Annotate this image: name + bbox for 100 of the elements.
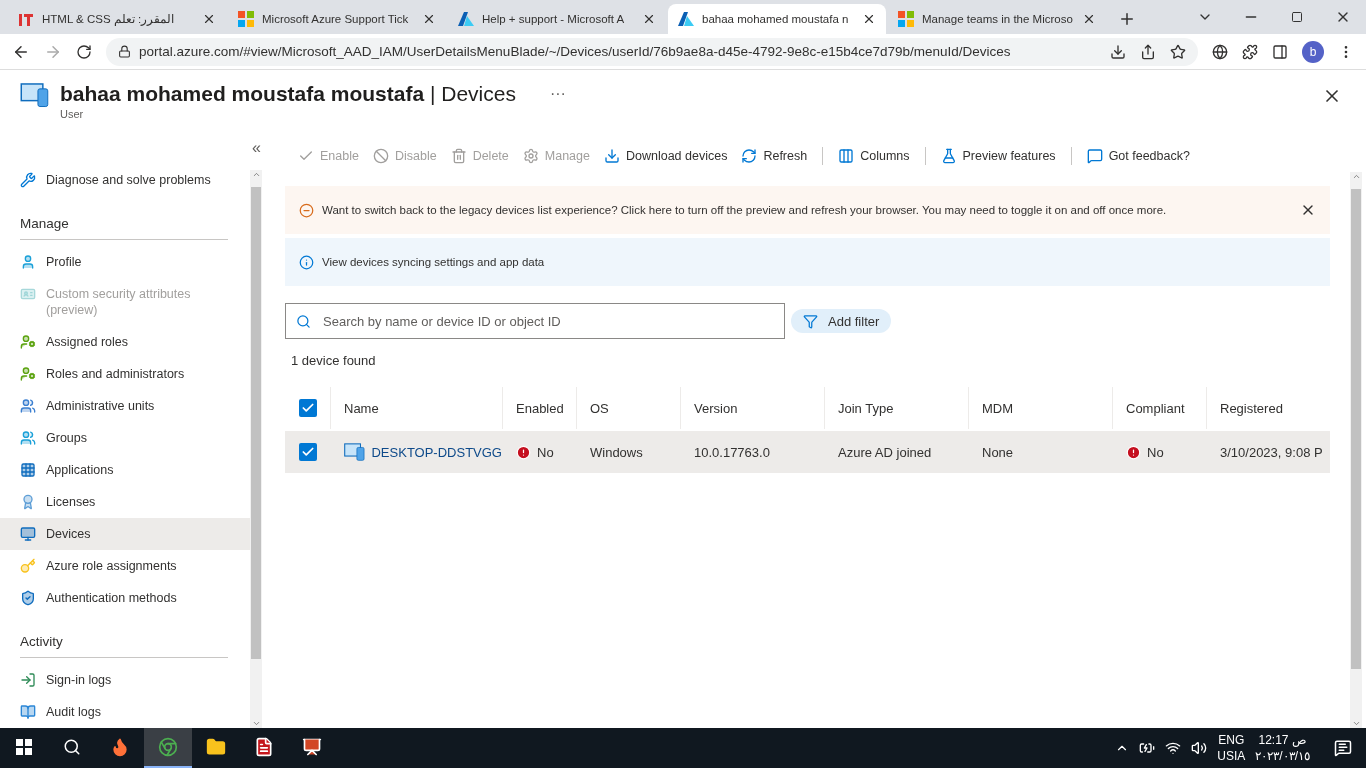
browser-tab[interactable]: Help + support - Microsoft A [448,4,666,34]
reload-icon[interactable] [76,43,92,60]
scrollbar-thumb[interactable] [1351,189,1361,669]
sidebar-item[interactable]: Profile [0,246,250,278]
section-heading: Manage [20,216,228,240]
windows-grid-icon [238,11,254,27]
wifi-icon[interactable] [1165,740,1182,756]
sidebar-item[interactable]: Audit logs [0,696,250,728]
search-field[interactable]: Search by name or device ID or object ID [285,303,785,339]
column-header[interactable]: Version [694,400,738,416]
column-header[interactable]: Registered [1220,400,1283,416]
sidebar-item[interactable]: Azure role assignments [0,550,250,582]
close-icon[interactable] [862,12,876,26]
column-header[interactable]: Compliant [1126,400,1185,416]
notifications-icon[interactable] [1334,739,1352,757]
error-icon [516,444,531,460]
document-icon[interactable] [254,737,274,757]
section-heading: Activity [20,634,228,658]
profile-avatar[interactable]: b [1302,40,1324,63]
scroll-down-icon[interactable] [251,719,261,728]
sidebar-item[interactable]: Groups [0,422,250,454]
users-icon [20,430,36,446]
region-indicator[interactable]: USIA [1217,748,1246,764]
select-all-checkbox[interactable] [299,399,317,417]
toolbar-button[interactable]: Columns [831,148,917,164]
folder-icon[interactable] [206,737,226,757]
columns-icon [838,148,855,164]
windows-icon[interactable] [16,739,32,755]
sidebar-item[interactable]: Authentication methods [0,582,250,614]
battery-icon[interactable] [1139,740,1156,756]
search-icon[interactable] [63,738,81,756]
browser-tab[interactable]: bahaa mohamed moustafa n [668,4,886,34]
error-icon [1126,444,1141,460]
toolbar-button[interactable]: Refresh [734,148,815,164]
star-icon[interactable] [1170,43,1186,60]
side-panel-icon[interactable] [1272,43,1288,60]
close-icon[interactable] [642,12,656,26]
scroll-down-icon[interactable] [1351,719,1361,728]
monitor-icon [20,526,36,542]
close-icon[interactable] [1082,12,1096,26]
language-indicator[interactable]: ENG [1218,732,1245,748]
install-icon[interactable] [1110,43,1126,60]
shield-icon [20,590,36,606]
more-button[interactable]: ··· [543,84,572,104]
browser-tab[interactable]: Manage teams in the Microso [888,4,1106,34]
sidebar-item[interactable]: Licenses [0,486,250,518]
browser-tab[interactable]: HTML & CSS المقرر: تعلم [8,4,226,34]
sidebar-item[interactable]: Administrative units [0,390,250,422]
banner-text[interactable]: Want to switch back to the legacy devices list experience? Click here to turn off the preview and refresh your browser. You may need to toggle it on and off once more. [322,204,1292,216]
sidebar-item[interactable]: Sign-in logs [0,664,250,696]
volume-icon[interactable] [1191,740,1208,756]
warning-icon [299,202,314,218]
sign-in-icon [20,672,36,688]
sidebar-item[interactable]: Assigned roles [0,326,250,358]
page-title: bahaa mohamed moustafa moustafa | Devices [60,82,516,106]
restore-icon[interactable] [1291,11,1303,23]
add-filter-button[interactable]: Add filter [791,309,892,333]
wrench-icon [20,172,36,188]
share-icon[interactable] [1140,43,1156,60]
collapse-button[interactable]: « [246,138,267,158]
column-header[interactable]: Enabled [516,400,564,416]
download-icon [603,148,620,164]
scroll-up-icon[interactable] [1351,172,1361,181]
column-header[interactable]: Join Type [838,400,894,416]
azure-a-icon [678,11,694,27]
puzzle-icon[interactable] [1242,43,1258,60]
new-tab-icon[interactable] [1118,10,1136,28]
column-header[interactable]: MDM [982,400,1014,416]
row-checkbox[interactable] [299,443,317,461]
clock-date[interactable]: ٢٠٢٣/٠٣/١٥ [1255,748,1310,764]
azure-a-icon [458,11,474,27]
sidebar-item[interactable]: Diagnose and solve problems [0,164,250,196]
scroll-up-icon[interactable] [251,170,261,179]
close-icon[interactable] [202,12,216,26]
address-field[interactable]: portal.azure.com/#view/Microsoft_AAD_IAM/UserDetailsMenuBlade/~/Devices/userId/76b9ae8a-d45e-4792-9e8c-e15b4ce7d79b/menuId/Devices [106,37,1198,66]
sidebar-item[interactable]: Roles and administrators [0,358,250,390]
chrome-icon[interactable] [158,737,178,757]
sidebar-item[interactable]: Applications [0,454,250,486]
presentation-icon[interactable] [302,737,322,757]
table-cell: Azure AD joined [838,444,932,460]
scrollbar-thumb[interactable] [251,187,261,659]
clock-time[interactable]: 12:17 ص [1258,732,1307,748]
column-header[interactable]: OS [590,400,609,416]
toolbar-button[interactable]: Preview features [933,148,1063,164]
globe-icon[interactable] [1212,43,1228,60]
flame-icon[interactable] [110,737,130,757]
result-count: 1 device found [291,353,377,368]
sidebar-item[interactable]: Devices [0,518,250,550]
user-gear-icon [20,366,36,382]
check-icon [301,445,315,459]
browser-tab[interactable]: Microsoft Azure Support Tick [228,4,446,34]
settings-icon [522,148,539,164]
close-icon[interactable] [422,12,436,26]
column-header[interactable]: Name [344,400,379,416]
toolbar-button[interactable]: Got feedback? [1079,148,1197,164]
table-cell: 10.0.17763.0 [694,444,770,460]
user-icon [20,254,36,270]
filter-icon [803,313,818,329]
toolbar-button[interactable]: Download devices [596,148,735,164]
banner-text[interactable]: View devices syncing settings and app data [322,256,1316,268]
